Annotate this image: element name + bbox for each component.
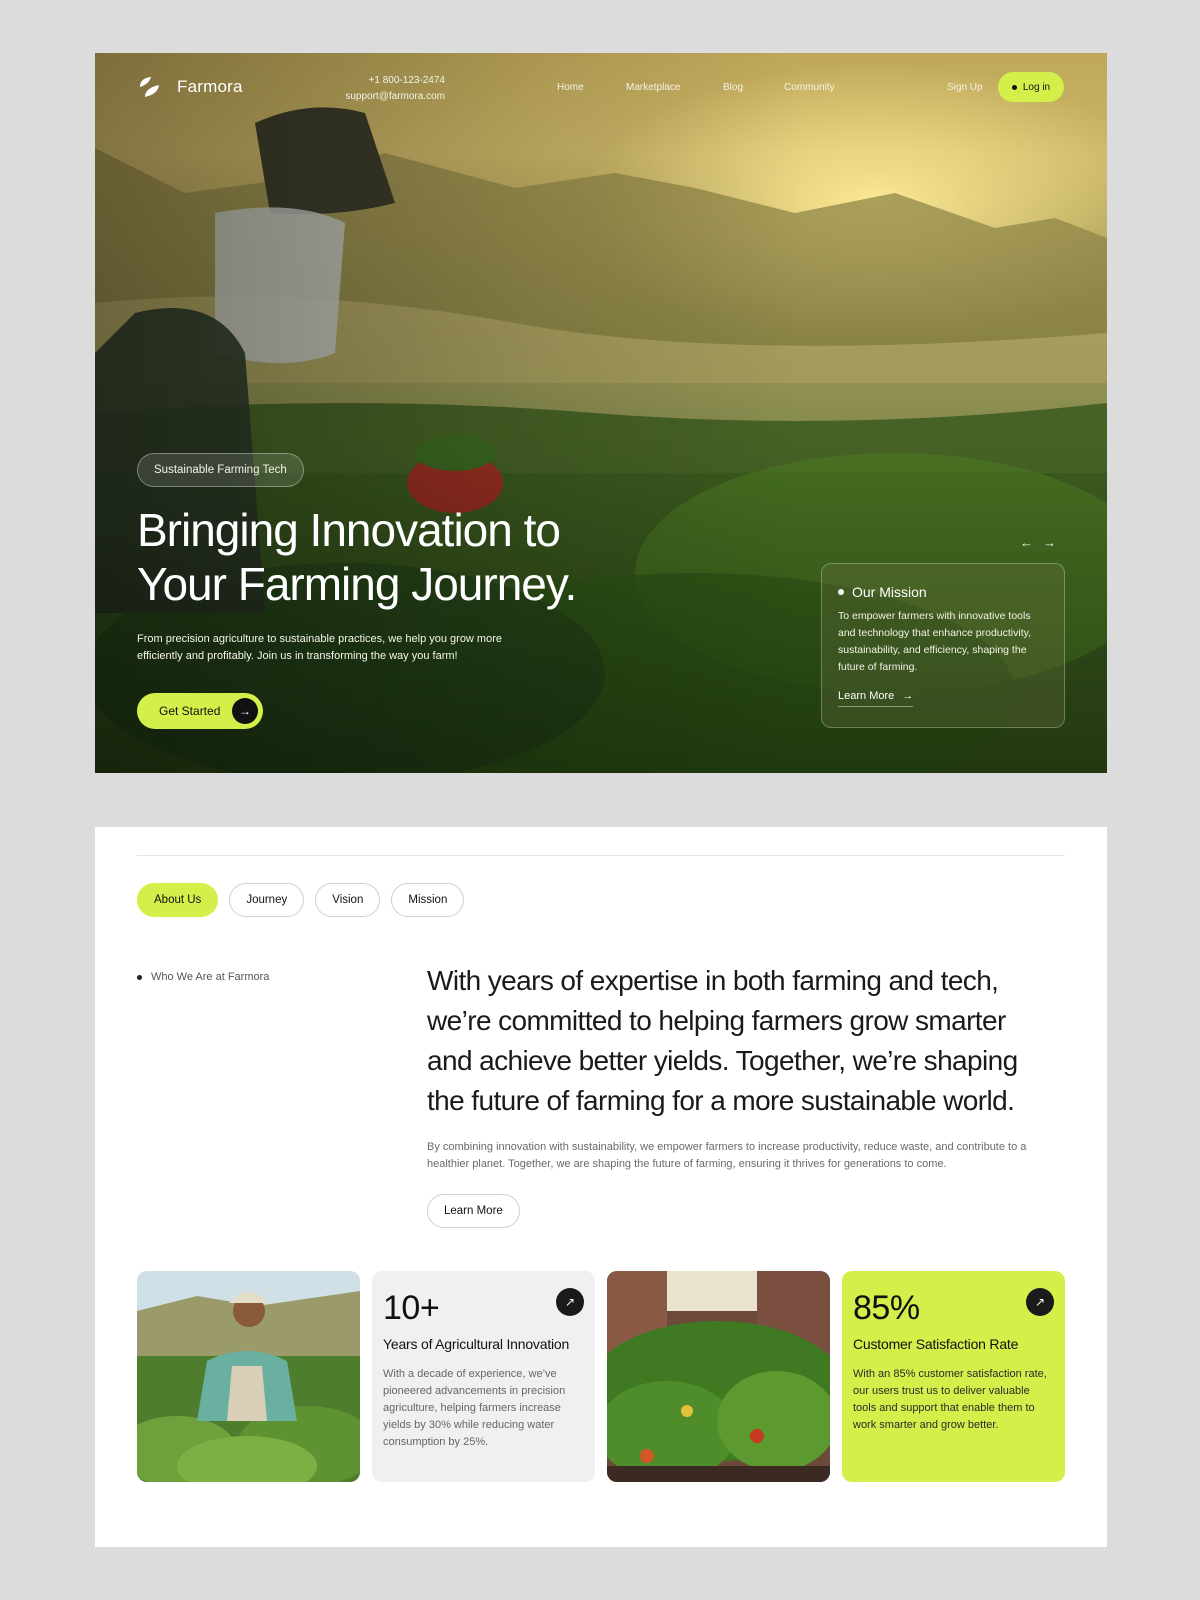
nav-community[interactable]: Community	[784, 82, 835, 93]
brand-name: Farmora	[177, 77, 243, 96]
mission-title: Our Mission	[852, 584, 927, 600]
arrow-right-icon: →	[902, 690, 914, 702]
hero-title-line-1: Bringing Innovation to	[137, 504, 561, 556]
bullet-icon	[137, 974, 142, 980]
nav-blog[interactable]: Blog	[723, 82, 743, 93]
farmer-image	[137, 1271, 360, 1482]
brand-logo[interactable]: Farmora	[137, 75, 243, 99]
tab-about-us[interactable]: About Us	[137, 883, 219, 917]
leaf-logo-icon	[140, 77, 159, 97]
about-body: By combining innovation with sustainabil…	[427, 1141, 1027, 1170]
get-started-button[interactable]: Get Started →	[137, 693, 263, 729]
login-button[interactable]: Log in	[998, 72, 1064, 102]
stat-value: 10+	[383, 1289, 440, 1327]
phone-number[interactable]: +1 800-123-2474	[345, 73, 445, 89]
nav-home[interactable]: Home	[557, 82, 584, 93]
stat-card-years: 10+ Years of Agricultural Innovation Wit…	[372, 1271, 595, 1482]
mission-learn-more-link[interactable]: Learn More →	[838, 690, 914, 707]
contact-info: +1 800-123-2474 support@farmora.com	[345, 73, 445, 105]
arrow-right-icon[interactable]: →	[1043, 535, 1056, 550]
dot-icon	[1011, 84, 1017, 90]
section-label: Who We Are at Farmora	[137, 971, 269, 983]
stat-description: With an 85% customer satisfaction rate, …	[853, 1368, 1047, 1431]
divider	[137, 855, 1065, 856]
mission-text: To empower farmers with innovative tools…	[838, 610, 1032, 673]
mission-link-label: Learn More	[838, 690, 895, 702]
mission-card: Our Mission To empower farmers with inno…	[821, 563, 1065, 728]
stat-title: Customer Satisfaction Rate	[853, 1336, 1019, 1352]
stat-title: Years of Agricultural Innovation	[383, 1336, 570, 1352]
stat-description: With a decade of experience, we’ve pione…	[383, 1368, 566, 1448]
email-address[interactable]: support@farmora.com	[345, 89, 445, 105]
arrow-up-right-icon[interactable]: ↗	[556, 1288, 584, 1316]
stat-card-satisfaction: 85% Customer Satisfaction Rate With an 8…	[842, 1271, 1065, 1482]
arrow-left-icon[interactable]: ←	[1020, 535, 1033, 550]
rooftop-garden-image	[607, 1271, 830, 1482]
hero-title: Bringing Innovation to Your Farming Jour…	[137, 503, 697, 611]
arrow-right-icon: →	[232, 698, 258, 724]
top-navigation: Farmora +1 800-123-2474 support@farmora.…	[95, 53, 1107, 123]
mission-header: Our Mission	[838, 584, 1048, 600]
slider-arrows: ← →	[1020, 535, 1056, 550]
nav-marketplace[interactable]: Marketplace	[626, 82, 680, 93]
rooftop-garden-photo	[607, 1271, 830, 1482]
bullet-icon	[838, 589, 844, 595]
hero-tag: Sustainable Farming Tech	[137, 453, 304, 487]
section-tabs: About Us Journey Vision Mission	[137, 883, 465, 917]
about-learn-more-button[interactable]: Learn More	[427, 1194, 520, 1228]
stats-cards: 10+ Years of Agricultural Innovation Wit…	[137, 1271, 1065, 1482]
farmer-photo	[137, 1271, 360, 1482]
tab-vision[interactable]: Vision	[315, 883, 381, 917]
sign-up-link[interactable]: Sign Up	[947, 82, 983, 93]
about-headline: With years of expertise in both farming …	[427, 965, 1018, 1116]
about-section: About Us Journey Vision Mission Who We A…	[95, 827, 1107, 1547]
get-started-label: Get Started	[159, 704, 221, 718]
hero-title-line-2: Your Farming Journey.	[137, 558, 577, 610]
hero-section: Farmora +1 800-123-2474 support@farmora.…	[95, 53, 1107, 773]
tab-mission[interactable]: Mission	[391, 883, 465, 917]
stat-value: 85%	[853, 1289, 920, 1327]
hero-description: From precision agriculture to sustainabl…	[137, 633, 502, 662]
arrow-up-right-icon[interactable]: ↗	[1026, 1288, 1054, 1316]
section-label-text: Who We Are at Farmora	[151, 971, 270, 983]
tab-journey[interactable]: Journey	[229, 883, 305, 917]
login-label: Log in	[1022, 81, 1051, 93]
